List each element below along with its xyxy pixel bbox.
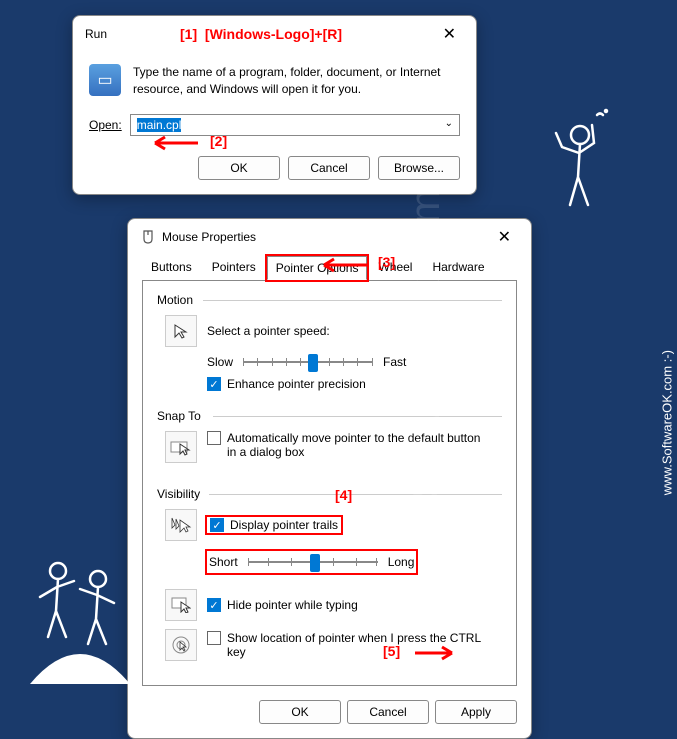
ctrl-locate-icon (165, 629, 197, 661)
close-icon[interactable]: ✕ (490, 227, 519, 247)
run-title: Run (85, 27, 107, 41)
mouse-properties-dialog: Mouse Properties ✕ Buttons Pointers Poin… (127, 218, 532, 739)
tab-wheel[interactable]: Wheel (369, 255, 421, 279)
group-motion-title: Motion (157, 293, 502, 307)
trails-icon (165, 509, 197, 541)
snap-checkbox[interactable] (207, 431, 221, 445)
mouse-title: Mouse Properties (162, 230, 256, 244)
open-label: Open: (89, 118, 122, 132)
ctrl-locate-label: Show location of pointer when I press th… (227, 631, 498, 659)
group-snap-title: Snap To (157, 409, 502, 423)
speed-slider[interactable] (243, 353, 373, 371)
group-motion: Motion Select a pointer speed: Slow Fast (157, 293, 502, 395)
hide-typing-icon (165, 589, 197, 621)
snap-icon (165, 431, 197, 463)
trails-checkbox[interactable]: ✓ (210, 518, 224, 532)
slow-label: Slow (207, 355, 233, 369)
short-label: Short (209, 555, 238, 569)
dropdown-icon[interactable]: ⌄ (445, 118, 453, 129)
mouse-icon (140, 229, 156, 245)
enhance-precision-checkbox[interactable]: ✓ (207, 377, 221, 391)
mouse-titlebar[interactable]: Mouse Properties ✕ (128, 219, 531, 255)
apply-button[interactable]: Apply (435, 700, 517, 724)
close-icon[interactable]: ✕ (435, 24, 464, 44)
run-icon: ▭ (89, 64, 121, 96)
watermark-side: www.SoftwareOK.com :-) (660, 350, 675, 495)
pointer-speed-icon (165, 315, 197, 347)
tab-hardware[interactable]: Hardware (423, 255, 493, 279)
cancel-button[interactable]: Cancel (288, 156, 370, 180)
ctrl-locate-checkbox[interactable] (207, 631, 221, 645)
group-visibility-title: Visibility (157, 487, 502, 501)
browse-button[interactable]: Browse... (378, 156, 460, 180)
trails-label: Display pointer trails (230, 518, 338, 532)
run-description: Type the name of a program, folder, docu… (133, 64, 460, 98)
ok-button[interactable]: OK (198, 156, 280, 180)
group-visibility: Visibility ✓ Display pointer trails Shor… (157, 487, 502, 671)
tab-buttons[interactable]: Buttons (142, 255, 201, 279)
fast-label: Fast (383, 355, 406, 369)
run-titlebar[interactable]: Run ✕ (73, 16, 476, 52)
hide-typing-label: Hide pointer while typing (227, 598, 358, 612)
run-dialog: Run ✕ ▭ Type the name of a program, fold… (72, 15, 477, 195)
tab-pointers[interactable]: Pointers (203, 255, 265, 279)
cancel-button[interactable]: Cancel (347, 700, 429, 724)
enhance-precision-label: Enhance pointer precision (227, 377, 366, 391)
mouse-tabs: Buttons Pointers Pointer Options Wheel H… (128, 255, 531, 280)
hide-typing-checkbox[interactable]: ✓ (207, 598, 221, 612)
group-snap: Snap To Automatically move pointer to th… (157, 409, 502, 473)
open-input[interactable]: main.cpl ⌄ (130, 114, 460, 136)
select-speed-label: Select a pointer speed: (207, 324, 330, 338)
snap-label: Automatically move pointer to the defaul… (227, 431, 487, 459)
trails-slider[interactable] (248, 553, 378, 571)
stick-figure-right (542, 105, 612, 220)
ok-button[interactable]: OK (259, 700, 341, 724)
tab-pointer-options[interactable]: Pointer Options (267, 256, 368, 280)
long-label: Long (388, 555, 415, 569)
stick-figure-left (10, 529, 150, 689)
